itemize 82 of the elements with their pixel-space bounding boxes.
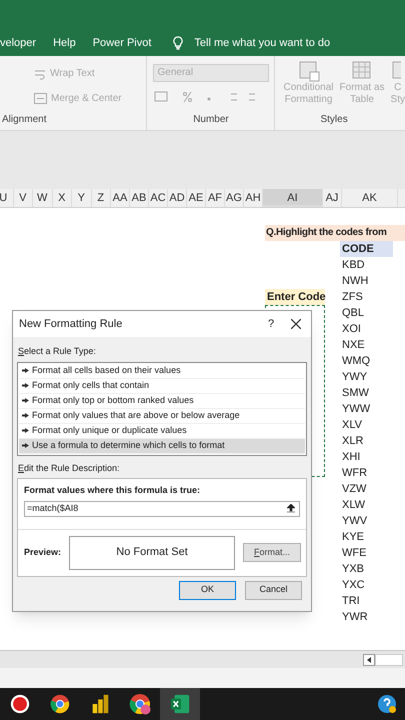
table-cell-text: XOI (341, 322, 362, 337)
table-cell-text: WMQ (341, 354, 372, 369)
table-cell-text: YXB (341, 562, 366, 577)
scroll-left-icon[interactable] (366, 656, 372, 662)
table-cell-text: YWR (341, 610, 369, 625)
horizontal-scrollbar[interactable] (363, 654, 403, 666)
record-icon[interactable] (9, 693, 31, 715)
table-cell-text: SMW (341, 386, 370, 401)
column-header[interactable]: AD (168, 189, 187, 207)
column-header[interactable]: Z (92, 189, 111, 207)
close-icon[interactable] (291, 319, 301, 329)
collapse-icon[interactable] (287, 504, 295, 513)
tell-me-field[interactable]: Tell me what you want to do (194, 34, 330, 51)
column-header[interactable]: AB (130, 189, 149, 207)
dialog-title: New Formatting Rule (19, 316, 124, 332)
chrome-icon[interactable] (128, 692, 152, 716)
column-header[interactable]: AJ (323, 189, 342, 207)
column-header[interactable]: AA (111, 189, 130, 207)
table-cell-text: YWY (341, 370, 368, 385)
column-header[interactable]: AF (206, 189, 225, 207)
table-cell-text: WFE (341, 546, 368, 561)
rule-type-item[interactable]: Format all cells based on their values (19, 364, 305, 378)
column-header[interactable]: Y (72, 189, 92, 207)
spreadsheet-icon[interactable] (169, 693, 191, 715)
table-cell-text: XHI (341, 450, 362, 465)
section-label: Select a Rule Type: (17, 345, 97, 358)
column-header[interactable]: V (14, 189, 33, 207)
column-header[interactable]: X (52, 189, 72, 207)
column-header[interactable]: W (33, 189, 52, 207)
column-header[interactable]: AE (187, 189, 206, 207)
table-cell-text: WFR (341, 466, 368, 481)
format-button[interactable]: Format... (243, 543, 302, 562)
table-cell-text: VZW (341, 482, 368, 497)
formula-label: Format values where this formula is true: (23, 484, 202, 497)
table-cell-text: KYE (341, 530, 366, 545)
help-icon[interactable] (377, 694, 397, 714)
group-label: Number (192, 113, 230, 127)
rule-type-item[interactable]: Use a formula to determine which cells to format (19, 438, 305, 454)
menu-item[interactable]: Help (53, 34, 76, 51)
menu-item[interactable]: veloper (0, 34, 36, 51)
section-label: Edit the Rule Description: (17, 462, 121, 475)
table-cell-text: NWH (341, 274, 370, 289)
rule-type-item[interactable]: Format only top or bottom ranked values (19, 394, 305, 408)
column-header[interactable]: AG (225, 189, 244, 207)
table-cell-text: XLW (341, 498, 366, 513)
help-button[interactable]: ? (261, 316, 281, 332)
rule-type-item[interactable]: Format only cells that contain (19, 378, 305, 394)
column-header[interactable]: AK (342, 189, 398, 207)
preview-label: Preview: (24, 546, 62, 559)
table-cell-text: TRI (341, 594, 361, 609)
table-cell-text: XLR (341, 434, 364, 449)
arrow-icon (22, 368, 29, 373)
table-cell-text: ZFS (341, 290, 364, 305)
format-preview: No Format Set (69, 536, 236, 570)
group-label: Styles (319, 113, 349, 127)
formula-input[interactable]: =match($AI8 (25, 502, 283, 516)
lightbulb-icon[interactable] (172, 36, 184, 50)
arrow-icon (22, 443, 29, 448)
table-cell-text: NXE (341, 338, 366, 353)
question-text: Q.Highlight the codes from (265, 225, 405, 241)
arrow-icon (22, 428, 29, 433)
arrow-icon (22, 413, 29, 418)
table-cell-text: YWV (341, 514, 368, 529)
table-header: CODE (340, 241, 393, 257)
arrow-icon (22, 383, 29, 388)
cancel-button[interactable]: Cancel (245, 580, 302, 600)
menu-item[interactable]: Power Pivot (92, 34, 152, 51)
column-header[interactable]: AC (149, 189, 168, 207)
cell-label: Enter Code (265, 289, 325, 305)
chrome-icon[interactable] (49, 693, 71, 715)
table-cell-text: YWW (341, 402, 372, 417)
arrow-icon (22, 398, 29, 403)
table-cell-text: XLV (341, 418, 363, 433)
column-header[interactable]: U (0, 189, 14, 207)
table-cell-text: KBD (341, 258, 366, 273)
table-cell-text: YXC (341, 578, 366, 593)
column-header[interactable]: AI (263, 189, 323, 207)
rule-type-item[interactable]: Format only values that are above or below average (19, 408, 305, 424)
group-label: Alignment (1, 113, 48, 127)
formula-field[interactable]: =match($AI8 (24, 500, 300, 516)
ok-button[interactable]: OK (179, 580, 236, 600)
table-cell-text: QBL (341, 306, 366, 321)
